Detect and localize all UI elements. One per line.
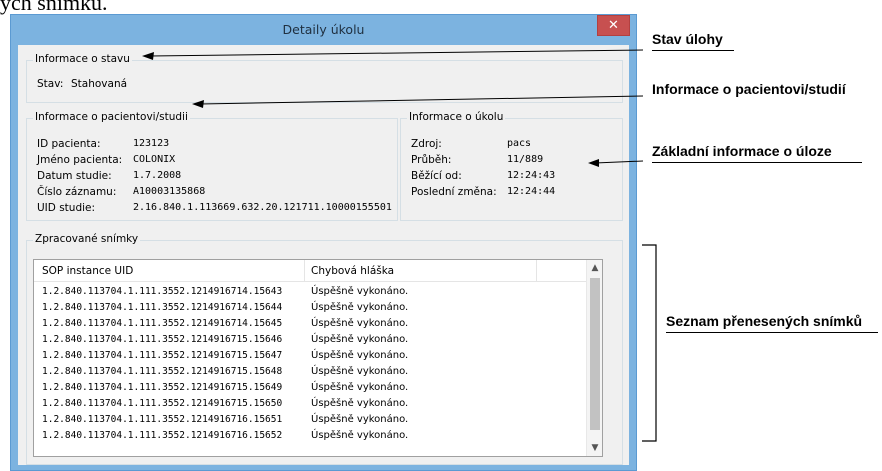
images-bracket [642,244,657,442]
task-arrow-line [594,160,644,164]
annotation-images: Seznam přenesených snímků [666,313,863,329]
annotation-status-underline [652,50,734,51]
status-arrow-line [149,49,644,57]
annotation-task: Základní informace o úloze [652,143,832,159]
annotation-images-underline [666,332,878,333]
patient-arrow-head [192,100,204,108]
patient-arrow-line [199,95,644,105]
annotation-arrows [142,49,657,442]
annotation-task-underline [652,162,862,163]
status-arrow-head [142,52,154,60]
task-arrow-head [588,159,599,167]
annotation-status: Stav úlohy [652,31,723,47]
annotation-patient: Informace o pacientovi/studií [652,81,846,97]
